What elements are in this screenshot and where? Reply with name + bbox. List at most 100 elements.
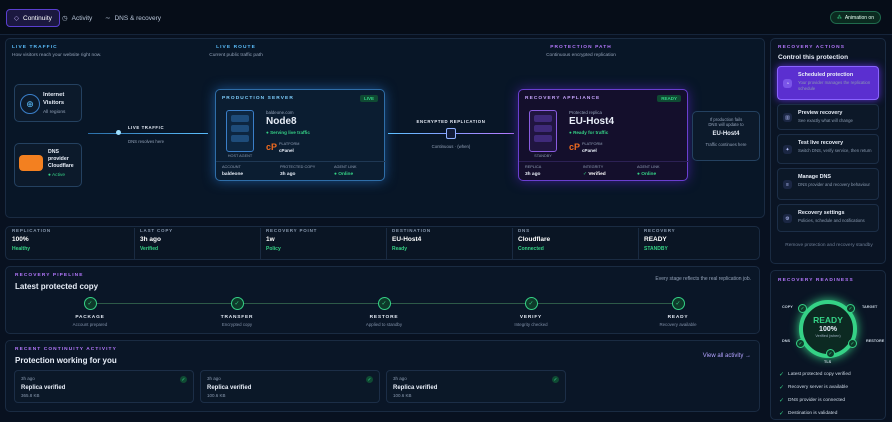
readiness-point-restore: RESTORE [866,339,885,343]
a-text: 3h ago [393,376,407,381]
v-text: 3h ago [140,236,161,243]
n-text: TRANSFER [220,315,254,320]
pipeline-step-restore: ✓ RESTORE Applied to standby [334,297,434,327]
check-icon: ✓ [779,398,785,404]
readiness-check: ✓ Latest protected copy verified [779,371,851,378]
animation-toggle[interactable]: ⁂ Animation on [829,11,881,24]
check-icon: ✓ [779,372,785,378]
pipeline-note: Every stage reflects the real replicatio… [655,276,751,282]
2-text: DNS provider is connected [788,398,846,403]
check-icon: ✓ [826,349,835,358]
k-text: REPLICATION [12,228,51,233]
recovery-appliance-card[interactable]: RECOVERY APPLIANCE READY STANDBY Protect… [518,89,689,181]
b-text: Replica verified [21,385,66,391]
t-text: Manage DNS [798,174,831,180]
topology-panel: LIVE TRAFFIC How visitors reach your web… [5,38,765,218]
metric-dns: DNS Cloudflare Connected [512,228,632,259]
metric-last-copy: LAST COPY 3h ago Verified [134,228,254,259]
live-traffic-heading: LIVE TRAFFIC [12,45,58,50]
n-text: RESTORE [369,315,399,320]
sparkle-icon: ⁂ [836,14,842,21]
live-route-desc: Current public traffic path [209,53,263,58]
d-text: Applied to standby [365,322,403,327]
t-text: Recovery settings [798,210,845,216]
remove-protection-link[interactable]: Remove protection and recovery standby [779,242,879,249]
readiness-point-target: TARGET [862,305,878,309]
metric-recovery: RECOVERY READY STANDBY [638,228,758,259]
readiness-check: ✓ DNS provider is connected [779,397,845,404]
s-text: Policy [266,246,281,252]
dns-icon: ≡ [783,180,792,189]
check-icon: ✓ [552,376,559,383]
check-icon: ✓ [846,304,855,313]
action-preview-recovery[interactable]: ▥ Preview recovery See exactly what will c… [777,104,879,130]
server-rack-icon [226,110,254,152]
s-text: Ready [392,246,408,252]
metric-replication: REPLICATION 100% Healthy [12,228,132,259]
readiness-point-tls: TLS [824,360,832,364]
s-text: Connected [518,246,544,252]
d-text: Account prepared [72,322,108,327]
activity-icon: ◷ [62,15,68,22]
activity-card[interactable]: 3h ago Replica verified 100.6 KB ✓ [200,370,380,403]
view-all-link[interactable]: View all activity → [703,353,751,359]
action-test-live-recovery[interactable]: ✦ Test live recovery Switch DNS, verify se… [777,134,879,164]
server-rack-icon [529,110,557,152]
n-text: VERIFY [519,315,543,320]
0-text: Latest protected copy verified [788,372,851,377]
d-text: Integrity checked [514,322,548,327]
action-recovery-settings[interactable]: ⚙ Recovery settings Policies, schedule and… [777,204,879,232]
check-icon: ✓ [671,297,685,310]
pipeline-step-ready: ✓ READY Recovery available [628,297,728,327]
1-text: Recovery server is available [788,385,849,390]
check-icon: ✓ [366,376,373,383]
app-root: ◇ Continuity ◷ Activity ∼ DNS & recovery… [0,0,892,422]
action-manage-dns[interactable]: ≡ Manage DNS DNS provider and recovery beh… [777,168,879,200]
recent-title: Protection working for you [15,356,117,365]
pipeline-step-package: ✓ PACKAGE Account prepared [40,297,140,327]
activity-card[interactable]: 3h ago Replica verified 100.6 KB ✓ [386,370,566,403]
s-text: STANDBY [644,246,668,252]
shield-icon: ◇ [14,15,19,22]
check-icon: ✓ [377,297,391,310]
c-text: 100.6 KB [207,393,226,398]
live-traffic-desc: How visitors reach your website right no… [12,53,102,58]
lock-icon [446,128,456,139]
n-text: PACKAGE [75,315,105,320]
tab-dns-recovery[interactable]: ∼ DNS & recovery [98,9,168,27]
check-icon: ✓ [779,411,785,417]
tab-activity[interactable]: ◷ Activity [55,9,99,27]
pipeline-step-transfer: ✓ TRANSFER Encrypted copy [187,297,287,327]
tab-continuity[interactable]: ◇ Continuity [6,9,60,27]
production-server-card[interactable]: PRODUCTION SERVER LIVE HOST AGENT baldeo… [215,89,386,181]
production-host: Node8 [266,116,297,127]
failover-info: If production fails DNS will update to E… [692,111,760,161]
a-text: 3h ago [207,376,221,381]
b-text: Replica verified [207,385,252,391]
pipeline-title: Latest protected copy [15,282,99,291]
globe-icon: ⊕ [20,94,40,114]
check-icon: ✓ [524,297,538,310]
traffic-line [88,133,208,134]
check-icon: ✓ [848,339,857,348]
pipeline-step-verify: ✓ VERIFY Integrity checked [481,297,581,327]
d-text: Encrypted copy [221,322,253,327]
test-icon: ✦ [783,145,792,154]
dns-node: DNS provider Cloudflare ● Active [14,143,82,187]
check-icon: ✓ [798,304,807,313]
cpanel-icon: cP [569,142,581,152]
live-badge: LIVE [359,95,378,102]
d-text: Switch DNS, verify service, then return [798,148,872,153]
activity-card[interactable]: 3h ago Replica verified 365.8 KB ✓ [14,370,194,403]
s-text: Verified [140,246,159,252]
cpanel-icon: cP [266,142,278,152]
readiness-check: ✓ Recovery server is available [779,384,848,391]
action-scheduled-protection[interactable]: ◔ Scheduled protection Your provider manag… [777,66,879,100]
protection-path-desc: Continuous encrypted replication [546,53,616,58]
s-text: Healthy [12,246,31,252]
live-route-heading: LIVE ROUTE [216,45,256,50]
tab-bar: ◇ Continuity ◷ Activity ∼ DNS & recovery… [0,0,892,35]
k-text: RECOVERY POINT [266,228,318,233]
check-icon: ✓ [180,376,187,383]
d-text: Recovery available [659,322,697,327]
